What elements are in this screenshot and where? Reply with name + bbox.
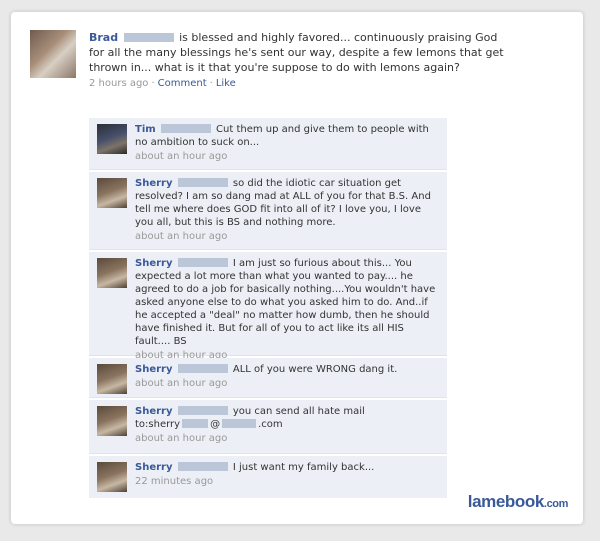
commenter-avatar[interactable] xyxy=(97,178,127,208)
redacted-surname xyxy=(177,178,228,187)
comment-timestamp: about an hour ago xyxy=(135,151,228,162)
redacted-surname xyxy=(177,406,228,415)
email-prefix: to:sherry xyxy=(135,419,181,430)
comment-link[interactable]: Comment xyxy=(158,78,207,89)
comment-item: Sherry I am just so furious about this..… xyxy=(89,252,447,361)
comment-timestamp: 22 minutes ago xyxy=(135,476,214,487)
email-at: @ xyxy=(210,419,221,430)
commenter-name[interactable]: Sherry xyxy=(135,258,173,269)
logo-tld: .com xyxy=(543,498,568,510)
commenter-avatar[interactable] xyxy=(97,364,127,394)
commenter-avatar[interactable] xyxy=(97,462,127,492)
post-timestamp: 2 hours ago xyxy=(89,78,149,89)
comment-timestamp: about an hour ago xyxy=(135,378,228,389)
comment-timestamp: about an hour ago xyxy=(135,433,228,444)
author-avatar[interactable] xyxy=(30,30,76,78)
post-author-name[interactable]: Brad xyxy=(89,31,118,44)
redacted-surname xyxy=(123,33,174,42)
redacted-surname xyxy=(160,124,211,133)
comment-text: ALL of you were WRONG dang it. xyxy=(232,364,398,375)
comment-timestamp: about an hour ago xyxy=(135,231,228,242)
commenter-name[interactable]: Sherry xyxy=(135,178,173,189)
comment-item: Sherry you can send all hate mail to:she… xyxy=(89,400,447,454)
redacted-surname xyxy=(177,364,228,373)
email-suffix: .com xyxy=(258,419,283,430)
commenter-name[interactable]: Sherry xyxy=(135,462,173,473)
comment-text: you can send all hate mail xyxy=(232,406,365,417)
logo-name: lamebook xyxy=(467,492,545,511)
redacted-email-domain xyxy=(222,419,257,428)
commenter-avatar[interactable] xyxy=(97,406,127,436)
commenter-name[interactable]: Sherry xyxy=(135,406,173,417)
like-link[interactable]: Like xyxy=(216,78,236,89)
commenter-avatar[interactable] xyxy=(97,124,127,154)
lamebook-logo: lamebook.com xyxy=(467,492,569,512)
post-meta: 2 hours ago · Comment · Like xyxy=(89,78,236,89)
comment-text: I am just so furious about this... You e… xyxy=(135,258,436,347)
comment-item: Tim Cut them up and give them to people … xyxy=(89,118,447,170)
comment-item: Sherry I just want my family back... 22 … xyxy=(89,456,447,498)
status-post: Brad is blessed and highly favored... co… xyxy=(89,30,509,91)
commenter-name[interactable]: Tim xyxy=(135,124,156,135)
comment-text: I just want my family back... xyxy=(232,462,375,473)
redacted-email-user xyxy=(182,419,209,428)
redacted-surname xyxy=(177,462,228,471)
commenter-name[interactable]: Sherry xyxy=(135,364,173,375)
comment-item: Sherry so did the idiotic car situation … xyxy=(89,172,447,250)
redacted-surname xyxy=(177,258,228,267)
commenter-avatar[interactable] xyxy=(97,258,127,288)
comment-item: Sherry ALL of you were WRONG dang it. ab… xyxy=(89,358,447,398)
